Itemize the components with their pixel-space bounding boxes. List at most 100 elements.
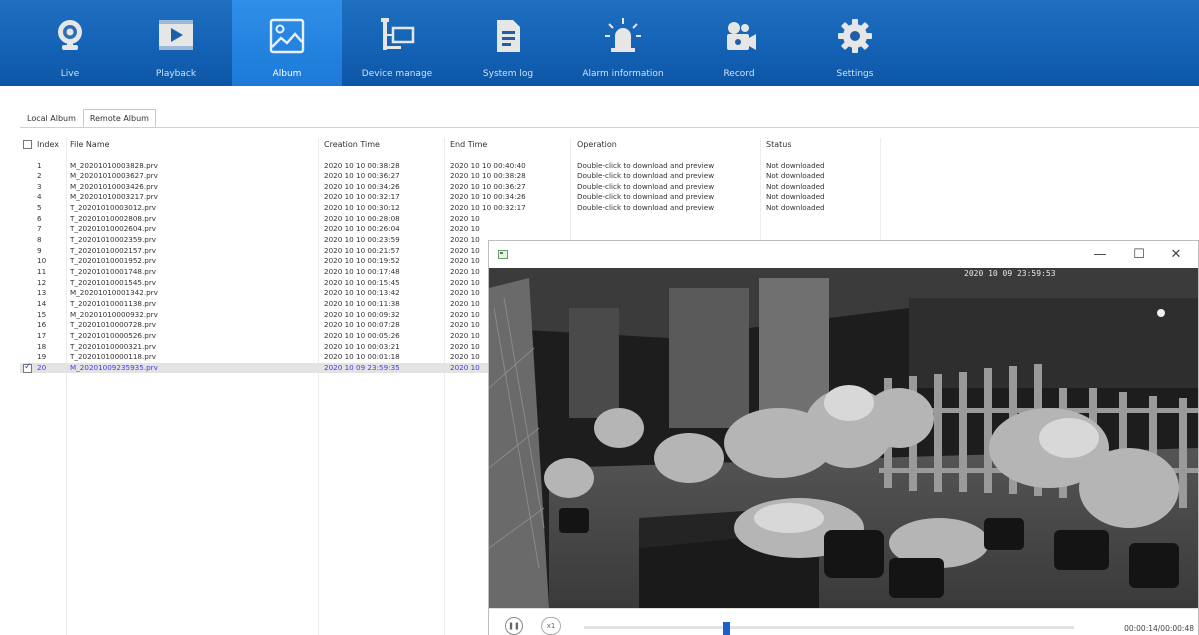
webcam-icon (58, 20, 82, 50)
cell-index: 8 (37, 235, 42, 245)
cell-creation-time: 2020 10 10 00:13:42 (324, 288, 400, 298)
gear-icon (838, 19, 872, 53)
cell-file-name: M_20201010003217.prv (70, 192, 158, 202)
app-icon (498, 250, 508, 259)
table-row[interactable]: 2 M_20201010003627.prv 2020 10 10 00:36:27… (20, 171, 880, 182)
document-icon (497, 20, 520, 52)
time-display: 00:00:14/00:00:48 (1124, 624, 1194, 633)
header-file-name[interactable]: File Name (70, 140, 110, 149)
cell-end-time: 2020 10 10 00:38:28 (450, 171, 526, 181)
maximize-button[interactable]: ☐ (1122, 244, 1156, 266)
speed-button[interactable]: x1 (541, 617, 561, 635)
cell-file-name: T_20201010000526.prv (70, 330, 157, 340)
cell-file-name: T_20201010001748.prv (70, 267, 157, 276)
cell-file-name: T_20201010000321.prv (70, 341, 157, 351)
video-frame[interactable]: 2020 10 09 23:59:53 (489, 268, 1198, 608)
cell-index: 14 (37, 298, 47, 308)
cell-creation-time: 2020 10 10 00:21:57 (324, 245, 400, 255)
cell-index: 20 (37, 362, 47, 372)
nav-live[interactable]: Live (15, 0, 125, 86)
cell-status: Not downloaded (766, 203, 825, 213)
cell-end-time: 2020 10 10 00:40:40 (450, 160, 526, 170)
cell-creation-time: 2020 10 10 00:32:17 (324, 192, 400, 202)
preview-titlebar[interactable]: — ☐ ✕ (489, 241, 1198, 268)
nav-record[interactable]: Record (684, 0, 794, 86)
header-operation[interactable]: Operation (577, 140, 617, 149)
cell-file-name: T_20201010002157.prv (70, 245, 157, 255)
table-row[interactable]: 4 M_20201010003217.prv 2020 10 10 00:32:17… (20, 192, 880, 203)
cell-creation-time: 2020 10 10 00:17:48 (324, 267, 400, 276)
pause-icon: ❚❚ (508, 622, 520, 630)
header-end-time[interactable]: End Time (450, 140, 487, 149)
nav-live-label: Live (60, 69, 80, 79)
cell-index: 17 (37, 330, 47, 340)
cell-operation: Double-click to download and preview (577, 171, 715, 181)
table-row[interactable]: 20 M_20201009235935.prv 2020 10 09 23:59:3… (20, 362, 490, 374)
nav-alarm-information[interactable]: Alarm information (568, 0, 678, 86)
cell-creation-time: 2020 10 10 00:30:12 (324, 203, 400, 213)
row-checkbox[interactable] (23, 362, 32, 373)
preview-window: — ☐ ✕ 2020 10 09 23:59:53 ❚❚ x1 00:00:14… (488, 240, 1199, 635)
cell-creation-time: 2020 10 10 00:05:26 (324, 330, 400, 340)
main-toolbar: Live Playback Album Device manage System… (0, 0, 1199, 86)
table-row[interactable]: 1 M_20201010003828.prv 2020 10 10 00:38:28… (20, 161, 880, 172)
nav-device-manage[interactable]: Device manage (342, 0, 452, 86)
nav-settings-label: Settings (836, 69, 874, 79)
cell-creation-time: 2020 10 10 00:07:28 (324, 320, 400, 330)
progress-track[interactable] (584, 626, 1074, 629)
header-creation-time[interactable]: Creation Time (324, 140, 380, 149)
cell-index: 7 (37, 224, 42, 234)
cell-file-name: M_20201010003426.prv (70, 181, 158, 191)
cell-index: 2 (37, 171, 42, 181)
cell-file-name: M_20201010000932.prv (70, 309, 158, 319)
nav-playback[interactable]: Playback (121, 0, 231, 86)
pause-button[interactable]: ❚❚ (505, 617, 523, 635)
cell-creation-time: 2020 10 10 00:26:04 (324, 224, 400, 234)
tab-remote-album[interactable]: Remote Album (82, 109, 156, 127)
cell-status: Not downloaded (766, 192, 825, 202)
album-tabs: Local Album Remote Album (20, 109, 156, 127)
cell-end-time: 2020 10 10 00:32:17 (450, 203, 526, 213)
close-button[interactable]: ✕ (1159, 244, 1193, 266)
select-all-checkbox[interactable] (23, 140, 32, 149)
cell-end-time: 2020 10 10 00:34:26 (450, 192, 526, 202)
cell-creation-time: 2020 10 10 00:23:59 (324, 235, 400, 245)
cell-operation: Double-click to download and preview (577, 160, 715, 170)
cell-index: 15 (37, 309, 47, 319)
nav-system-log[interactable]: System log (453, 0, 563, 86)
progress-thumb[interactable] (723, 622, 731, 635)
cell-index: 3 (37, 181, 42, 191)
nav-record-label: Record (723, 69, 755, 79)
cell-file-name: M_20201010003627.prv (70, 171, 158, 181)
cell-file-name: T_20201010000728.prv (70, 320, 157, 330)
table-row[interactable]: 7 T_20201010002604.prv 2020 10 10 00:26:04… (20, 224, 880, 235)
cell-creation-time: 2020 10 10 00:03:21 (324, 341, 400, 351)
cell-creation-time: 2020 10 10 00:01:18 (324, 352, 400, 362)
record-camera-icon (727, 22, 756, 50)
cell-file-name: T_20201010001545.prv (70, 277, 157, 287)
cell-creation-time: 2020 10 10 00:34:26 (324, 181, 400, 191)
nav-alarm-label: Alarm information (582, 69, 664, 79)
cell-file-name: T_20201010000118.prv (70, 352, 157, 362)
header-index[interactable]: Index (37, 140, 59, 149)
cell-creation-time: 2020 10 10 00:09:32 (324, 309, 400, 319)
cell-end-time: 2020 10 (450, 213, 480, 223)
cell-file-name: M_20201009235935.prv (70, 362, 158, 372)
header-status[interactable]: Status (766, 140, 792, 149)
cell-file-name: T_20201010001952.prv (70, 256, 157, 266)
cell-creation-time: 2020 10 10 00:36:27 (324, 171, 400, 181)
tab-local-album[interactable]: Local Album (20, 109, 83, 127)
cell-operation: Double-click to download and preview (577, 192, 715, 202)
minimize-button[interactable]: — (1083, 244, 1117, 266)
nav-album[interactable]: Album (232, 0, 342, 86)
table-row[interactable]: 6 T_20201010002808.prv 2020 10 10 00:28:08… (20, 214, 880, 225)
nav-album-label: Album (272, 69, 302, 79)
nav-settings[interactable]: Settings (800, 0, 910, 86)
cell-creation-time: 2020 10 10 00:19:52 (324, 256, 400, 266)
table-row[interactable]: 3 M_20201010003426.prv 2020 10 10 00:34:26… (20, 182, 880, 193)
cell-index: 1 (37, 160, 42, 170)
cell-file-name: T_20201010003012.prv (70, 203, 157, 213)
table-row[interactable]: 5 T_20201010003012.prv 2020 10 10 00:30:12… (20, 203, 880, 214)
nav-device-label: Device manage (361, 69, 433, 79)
cell-index: 9 (37, 245, 42, 255)
